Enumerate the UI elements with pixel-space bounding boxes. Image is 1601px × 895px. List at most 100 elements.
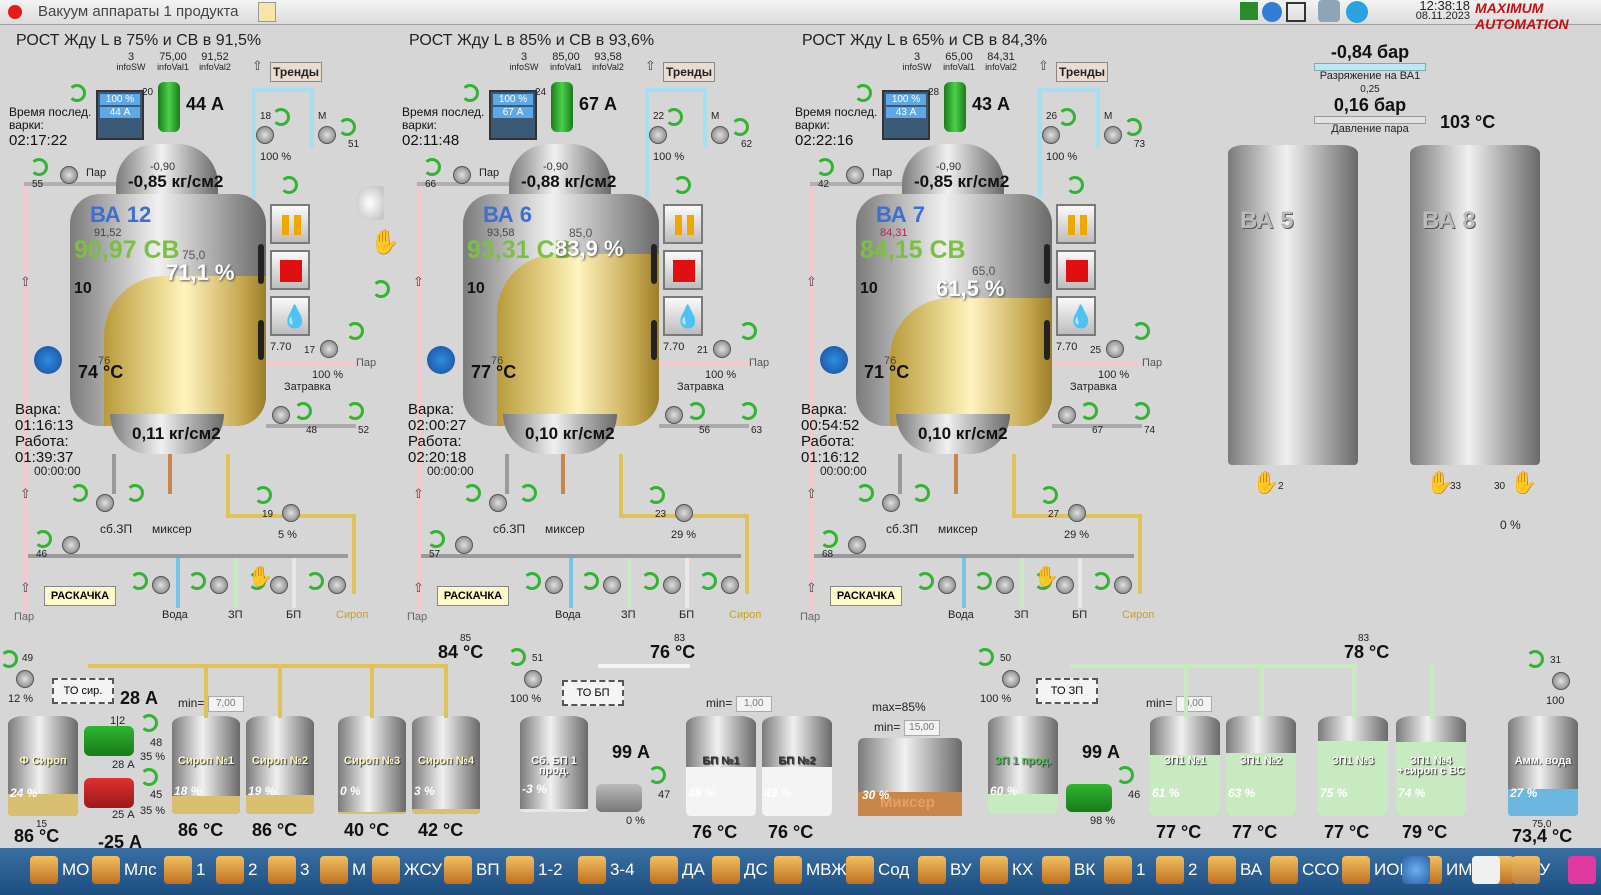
- recycle-icon[interactable]: [372, 280, 390, 298]
- hand-icon[interactable]: ✋: [1510, 470, 1537, 496]
- network-icon[interactable]: [1286, 2, 1306, 22]
- recycle-icon[interactable]: [30, 158, 48, 176]
- valve-icon[interactable]: [256, 126, 274, 144]
- recycle-icon[interactable]: [648, 766, 666, 784]
- recycle-icon[interactable]: [1092, 572, 1110, 590]
- report-icon[interactable]: [258, 2, 276, 22]
- recycle-icon[interactable]: [423, 158, 441, 176]
- recycle-icon[interactable]: [68, 84, 86, 102]
- valve-icon[interactable]: [16, 670, 34, 688]
- valve-icon[interactable]: [1106, 340, 1124, 358]
- valve-icon[interactable]: [210, 576, 228, 594]
- water-button[interactable]: 💧: [270, 296, 310, 336]
- settings-gear-icon[interactable]: [34, 346, 62, 374]
- recycle-icon[interactable]: [427, 530, 445, 548]
- valve-icon[interactable]: [721, 576, 739, 594]
- stop-button[interactable]: [270, 250, 310, 290]
- recycle-icon[interactable]: [508, 648, 526, 666]
- tank-va5[interactable]: ВА 5: [1228, 145, 1358, 465]
- recycle-icon[interactable]: [519, 484, 537, 502]
- recycle-icon[interactable]: [673, 176, 691, 194]
- hand-icon[interactable]: ✋: [1252, 470, 1279, 496]
- recycle-icon[interactable]: [1080, 402, 1098, 420]
- recycle-icon[interactable]: [188, 572, 206, 590]
- user-icon[interactable]: [1318, 0, 1340, 22]
- raskachka-button[interactable]: РАСКАЧКА: [44, 586, 116, 606]
- recycle-icon[interactable]: [854, 84, 872, 102]
- stop-button[interactable]: [1056, 250, 1096, 290]
- valve-icon[interactable]: [846, 166, 864, 184]
- valve-icon[interactable]: [1114, 576, 1132, 594]
- recycle-icon[interactable]: [816, 158, 834, 176]
- taskbar-item[interactable]: ЖСУ: [404, 860, 442, 880]
- recycle-icon[interactable]: [34, 530, 52, 548]
- water-button[interactable]: 💧: [1056, 296, 1096, 336]
- speaker-icon[interactable]: [356, 186, 384, 220]
- recycle-icon[interactable]: [974, 572, 992, 590]
- trends-button[interactable]: Тренды: [270, 62, 322, 82]
- trend-chart-icon[interactable]: [1472, 856, 1500, 884]
- recycle-icon[interactable]: [346, 322, 364, 340]
- settings-gear-icon[interactable]: [820, 346, 848, 374]
- valve-icon[interactable]: [649, 126, 667, 144]
- taskbar-item[interactable]: МВЖ: [806, 860, 847, 880]
- trends-button[interactable]: Тренды: [663, 62, 715, 82]
- valve-icon[interactable]: [996, 576, 1014, 594]
- valve-icon[interactable]: [1058, 406, 1076, 424]
- valve-icon[interactable]: [318, 126, 336, 144]
- valve-icon[interactable]: [882, 494, 900, 512]
- valve-icon[interactable]: [545, 576, 563, 594]
- recycle-icon[interactable]: [1058, 108, 1076, 126]
- taskbar-item[interactable]: МО: [62, 860, 89, 880]
- recycle-icon[interactable]: [0, 650, 18, 668]
- pump-green[interactable]: [84, 726, 134, 756]
- valve-icon[interactable]: [711, 126, 729, 144]
- min-input[interactable]: 15,00: [903, 720, 940, 736]
- recycle-icon[interactable]: [338, 118, 356, 136]
- recycle-icon[interactable]: [581, 572, 599, 590]
- hand-icon[interactable]: ✋: [248, 564, 273, 589]
- recycle-icon[interactable]: [130, 572, 148, 590]
- stop-button[interactable]: [663, 250, 703, 290]
- hand-icon[interactable]: ✋: [1034, 564, 1059, 589]
- pause-button[interactable]: [270, 204, 310, 244]
- taskbar-item[interactable]: ДС: [744, 860, 768, 880]
- recycle-icon[interactable]: [647, 486, 665, 504]
- valve-icon[interactable]: [1002, 670, 1020, 688]
- pump-gray[interactable]: [596, 784, 642, 812]
- recycle-icon[interactable]: [665, 108, 683, 126]
- taskbar-item[interactable]: ДА: [682, 860, 705, 880]
- recycle-icon[interactable]: [346, 402, 364, 420]
- valve-icon[interactable]: [1104, 126, 1122, 144]
- recycle-icon[interactable]: [1116, 766, 1134, 784]
- settings-gear-icon[interactable]: [427, 346, 455, 374]
- taskbar-item[interactable]: 1-2: [538, 860, 563, 880]
- valve-icon[interactable]: [713, 340, 731, 358]
- recycle-icon[interactable]: [294, 402, 312, 420]
- to-zp[interactable]: ТО ЗП: [1036, 678, 1098, 704]
- tank-va8[interactable]: ВА 8: [1410, 145, 1540, 465]
- add-icon[interactable]: [1240, 2, 1258, 20]
- recycle-icon[interactable]: [1066, 176, 1084, 194]
- recycle-icon[interactable]: [976, 648, 994, 666]
- hand-pointer-icon[interactable]: [1568, 856, 1596, 884]
- valve-icon[interactable]: [848, 536, 866, 554]
- telegram-icon[interactable]: [1346, 1, 1368, 23]
- valve-icon[interactable]: [524, 670, 542, 688]
- taskbar-item[interactable]: Млс: [124, 860, 157, 880]
- recycle-icon[interactable]: [739, 322, 757, 340]
- recycle-icon[interactable]: [731, 118, 749, 136]
- min-input[interactable]: 1,00: [735, 696, 772, 712]
- valve-icon[interactable]: [152, 576, 170, 594]
- valve-icon[interactable]: [665, 406, 683, 424]
- valve-icon[interactable]: [1042, 126, 1060, 144]
- close-icon[interactable]: [8, 5, 22, 19]
- recycle-icon[interactable]: [140, 768, 158, 786]
- valve-icon[interactable]: [320, 340, 338, 358]
- settings-gear-icon[interactable]: [1402, 856, 1430, 884]
- recycle-icon[interactable]: [1124, 118, 1142, 136]
- trends-button[interactable]: Тренды: [1056, 62, 1108, 82]
- recycle-icon[interactable]: [739, 402, 757, 420]
- valve-icon[interactable]: [453, 166, 471, 184]
- recycle-icon[interactable]: [523, 572, 541, 590]
